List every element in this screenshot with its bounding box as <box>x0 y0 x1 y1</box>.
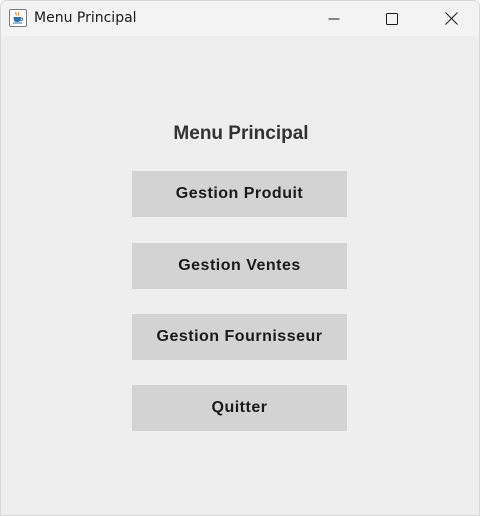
minimize-button[interactable] <box>311 1 357 36</box>
title-bar[interactable]: Menu Principal <box>1 1 479 36</box>
maximize-icon <box>386 12 398 25</box>
page-title: Menu Principal <box>173 123 309 144</box>
java-cup-icon <box>9 9 27 27</box>
maximize-button[interactable] <box>369 1 415 36</box>
gestion-ventes-button[interactable]: Gestion Ventes <box>132 243 347 289</box>
app-window: Menu Principal Menu Principal Gestion Pr… <box>0 0 480 516</box>
main-panel: Menu Principal Gestion Produit Gestion V… <box>1 36 479 515</box>
gestion-produit-button[interactable]: Gestion Produit <box>132 171 347 217</box>
close-button[interactable] <box>428 1 474 36</box>
close-icon <box>444 12 458 25</box>
window-title: Menu Principal <box>34 10 137 26</box>
quitter-button[interactable]: Quitter <box>132 385 347 431</box>
minimize-icon <box>328 18 340 19</box>
gestion-fournisseur-button[interactable]: Gestion Fournisseur <box>132 314 347 360</box>
